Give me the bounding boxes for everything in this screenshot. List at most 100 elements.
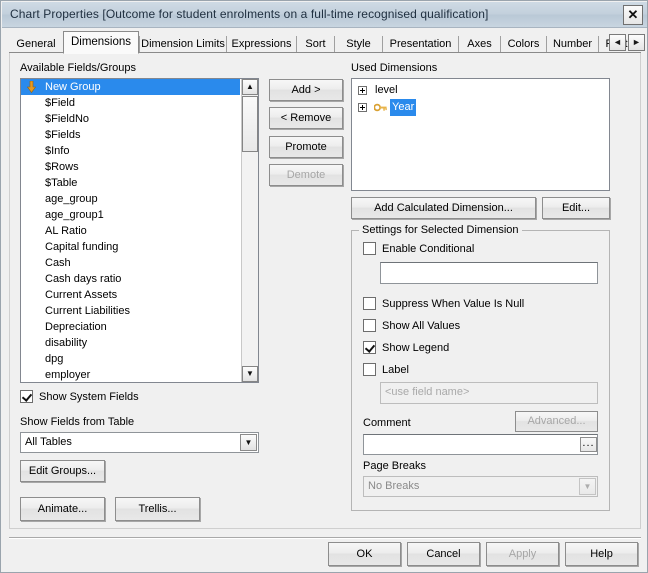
label-checkbox[interactable]: Label bbox=[363, 363, 409, 377]
settings-groupbox-title: Settings for Selected Dimension bbox=[359, 224, 522, 236]
close-icon: ✕ bbox=[627, 7, 639, 22]
list-item-label: Cash days ratio bbox=[45, 273, 122, 285]
list-item[interactable]: Current Liabilities bbox=[21, 303, 240, 319]
checkbox-label: Enable Conditional bbox=[382, 243, 475, 255]
label-field-input[interactable]: <use field name> bbox=[380, 382, 598, 404]
table-selector-select[interactable]: All Tables ▼ bbox=[20, 432, 259, 453]
tab-general[interactable]: General bbox=[9, 36, 63, 52]
tree-item[interactable]: Year bbox=[352, 99, 609, 116]
page-breaks-select[interactable]: No Breaks ▼ bbox=[363, 476, 598, 497]
title-bar: Chart Properties [Outcome for student en… bbox=[2, 2, 647, 28]
list-item[interactable]: Cash days ratio bbox=[21, 271, 240, 287]
tab-scroll-right-button[interactable]: ► bbox=[628, 34, 645, 51]
list-item[interactable]: AL Ratio bbox=[21, 223, 240, 239]
key-icon bbox=[374, 103, 387, 112]
edit-groups-button[interactable]: Edit Groups... bbox=[20, 460, 105, 482]
tree-item-label: Year bbox=[390, 99, 417, 116]
list-item-label: $Table bbox=[45, 177, 78, 189]
tab-strip: General Dimensions Dimension Limits Expr… bbox=[9, 31, 645, 54]
list-item-label: $Field bbox=[45, 97, 75, 109]
scroll-up-button[interactable]: ▲ bbox=[242, 79, 258, 95]
close-button[interactable]: ✕ bbox=[623, 5, 643, 25]
list-item[interactable]: age_group1 bbox=[21, 207, 240, 223]
expand-icon[interactable] bbox=[358, 103, 367, 112]
promote-button[interactable]: Promote bbox=[269, 136, 343, 158]
tab-axes[interactable]: Axes bbox=[458, 36, 500, 52]
remove-button[interactable]: < Remove bbox=[269, 107, 343, 129]
trellis-button[interactable]: Trellis... bbox=[115, 497, 200, 521]
list-item-label: age_group bbox=[45, 193, 98, 205]
ok-button[interactable]: OK bbox=[328, 542, 401, 566]
list-item[interactable]: Current Assets bbox=[21, 287, 240, 303]
list-item[interactable]: Cash bbox=[21, 255, 240, 271]
list-item[interactable]: $Field bbox=[21, 95, 240, 111]
comment-input[interactable] bbox=[363, 434, 598, 455]
show-system-fields-checkbox[interactable]: Show System Fields bbox=[20, 390, 139, 404]
tab-dimensions[interactable]: Dimensions bbox=[63, 31, 139, 54]
list-item-label: Current Liabilities bbox=[45, 305, 130, 317]
enable-conditional-checkbox[interactable]: Enable Conditional bbox=[363, 242, 474, 256]
available-fields-scrollbar[interactable]: ▲ ▼ bbox=[241, 79, 258, 382]
tree-item-label: level bbox=[375, 84, 398, 96]
help-button[interactable]: Help bbox=[565, 542, 638, 566]
scrollbar-thumb[interactable] bbox=[242, 96, 258, 152]
add-button[interactable]: Add > bbox=[269, 79, 343, 101]
conditional-expression-input[interactable] bbox=[380, 262, 598, 284]
apply-button[interactable]: Apply bbox=[486, 542, 559, 566]
chart-properties-dialog: Chart Properties [Outcome for student en… bbox=[0, 0, 648, 573]
used-dimensions-tree[interactable]: level Year bbox=[351, 78, 610, 191]
comment-browse-button[interactable]: ... bbox=[580, 437, 597, 452]
add-calculated-dimension-button[interactable]: Add Calculated Dimension... bbox=[351, 197, 536, 219]
list-item-label: Cash bbox=[45, 257, 71, 269]
comment-caption: Comment bbox=[363, 417, 411, 429]
tab-sort[interactable]: Sort bbox=[296, 36, 334, 52]
tab-style[interactable]: Style bbox=[334, 36, 382, 52]
list-item[interactable]: $Rows bbox=[21, 159, 240, 175]
list-item-label: disability bbox=[45, 337, 88, 349]
list-item-label: age_group1 bbox=[45, 209, 104, 221]
list-item[interactable]: $Fields bbox=[21, 127, 240, 143]
list-item[interactable]: Depreciation bbox=[21, 319, 240, 335]
expand-icon[interactable] bbox=[358, 86, 367, 95]
cancel-button[interactable]: Cancel bbox=[407, 542, 480, 566]
list-item-label: employer bbox=[45, 369, 91, 381]
tab-scroll-left-button[interactable]: ◄ bbox=[609, 34, 626, 51]
list-item[interactable]: Capital funding bbox=[21, 239, 240, 255]
available-fields-listbox[interactable]: New Group $Field $FieldNo $Fields $Info … bbox=[20, 78, 259, 383]
list-item[interactable]: New Group bbox=[21, 79, 240, 95]
checkbox-box bbox=[363, 242, 376, 255]
tab-colors[interactable]: Colors bbox=[500, 36, 546, 52]
checkbox-label: Show All Values bbox=[382, 320, 461, 332]
advanced-button[interactable]: Advanced... bbox=[515, 411, 598, 432]
tab-dimension-limits[interactable]: Dimension Limits bbox=[139, 36, 226, 52]
available-fields-caption: Available Fields/Groups bbox=[20, 62, 136, 74]
window-title: Chart Properties [Outcome for student en… bbox=[10, 7, 489, 21]
chevron-down-icon[interactable]: ▼ bbox=[240, 434, 257, 451]
chevron-down-icon[interactable]: ▼ bbox=[579, 478, 596, 495]
list-item[interactable]: $FieldNo bbox=[21, 111, 240, 127]
footer-separator-highlight bbox=[9, 538, 641, 539]
dimensions-tab-panel: Available Fields/Groups New Group $Field… bbox=[9, 53, 641, 529]
list-item[interactable]: $Info bbox=[21, 143, 240, 159]
tab-number[interactable]: Number bbox=[546, 36, 598, 52]
scroll-down-button[interactable]: ▼ bbox=[242, 366, 258, 382]
list-item[interactable]: $Table bbox=[21, 175, 240, 191]
list-item[interactable]: disability bbox=[21, 335, 240, 351]
chevron-left-icon: ◄ bbox=[613, 37, 622, 47]
list-item[interactable]: dpg bbox=[21, 351, 240, 367]
show-all-values-checkbox[interactable]: Show All Values bbox=[363, 319, 460, 333]
demote-button[interactable]: Demote bbox=[269, 164, 343, 186]
tab-presentation[interactable]: Presentation bbox=[382, 36, 458, 52]
animate-button[interactable]: Animate... bbox=[20, 497, 105, 521]
list-item[interactable]: employer bbox=[21, 367, 240, 382]
checkbox-label: Suppress When Value Is Null bbox=[382, 298, 525, 310]
list-item[interactable]: age_group bbox=[21, 191, 240, 207]
show-legend-checkbox[interactable]: Show Legend bbox=[363, 341, 449, 355]
tree-item[interactable]: level bbox=[352, 82, 609, 99]
list-item-label: $Rows bbox=[45, 161, 79, 173]
table-selector-value: All Tables bbox=[25, 436, 72, 448]
list-item-label: $FieldNo bbox=[45, 113, 90, 125]
tab-expressions[interactable]: Expressions bbox=[226, 36, 296, 52]
edit-dimension-button[interactable]: Edit... bbox=[542, 197, 610, 219]
suppress-when-null-checkbox[interactable]: Suppress When Value Is Null bbox=[363, 297, 524, 311]
